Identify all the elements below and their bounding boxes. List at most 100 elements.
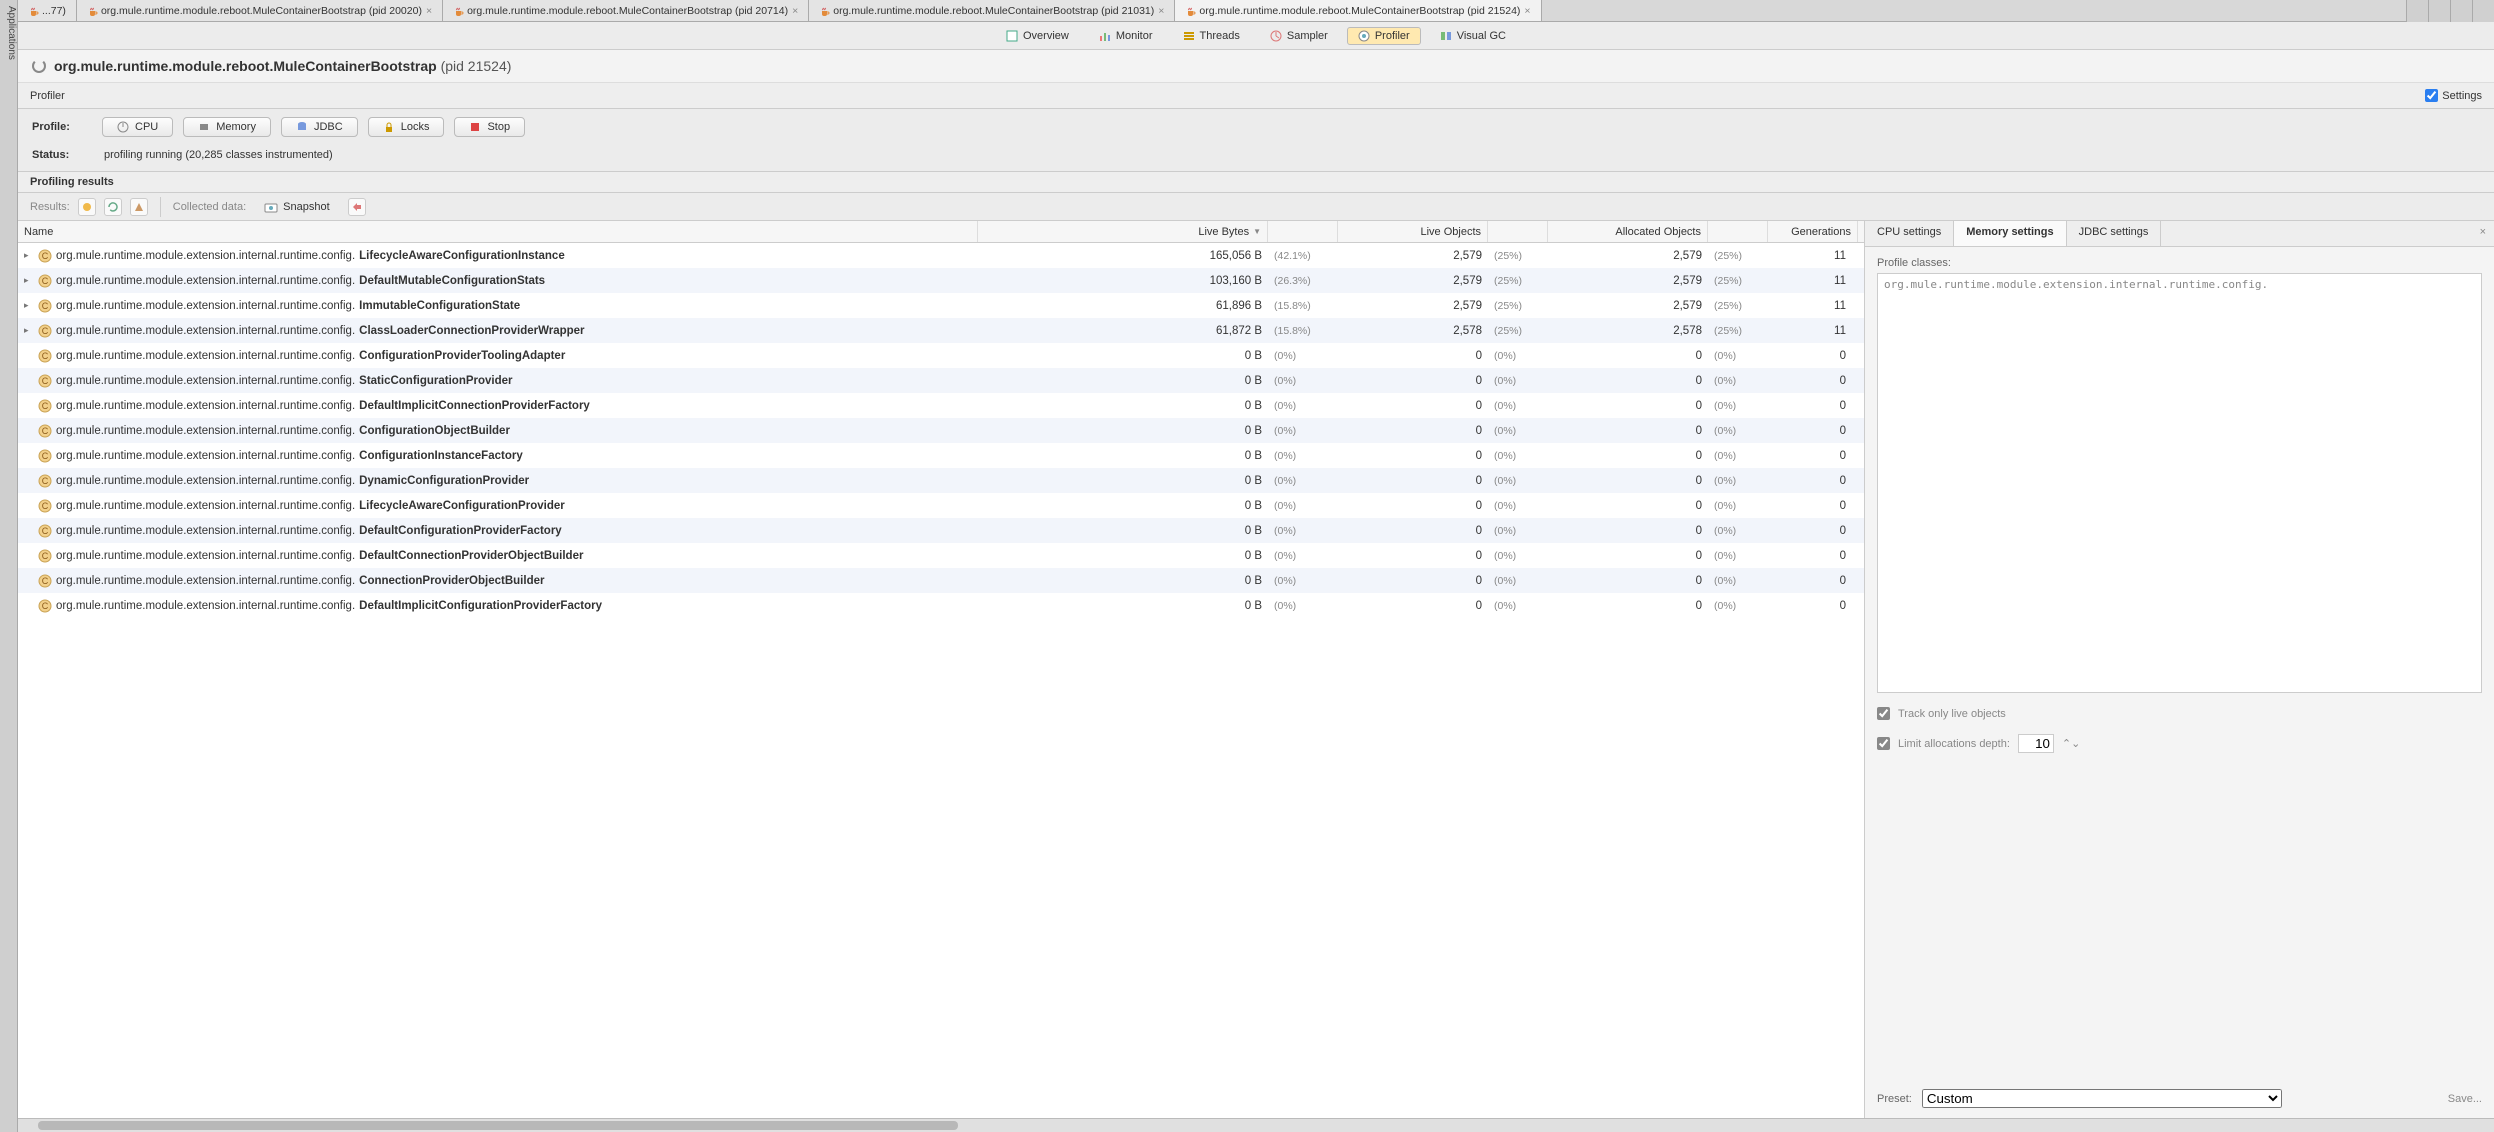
live-objects-value: 0 (1338, 475, 1488, 487)
table-row[interactable]: Corg.mule.runtime.module.extension.inter… (18, 418, 1864, 443)
live-bytes-pct: (15.8%) (1268, 325, 1338, 337)
table-body[interactable]: ▸ Corg.mule.runtime.module.extension.inte… (18, 243, 1864, 1118)
view-overview-button[interactable]: Overview (995, 27, 1080, 45)
window-close-button[interactable] (2472, 0, 2494, 22)
cpu-icon (117, 121, 129, 133)
table-row[interactable]: Corg.mule.runtime.module.extension.inter… (18, 493, 1864, 518)
view-monitor-button[interactable]: Monitor (1088, 27, 1164, 45)
table-row[interactable]: Corg.mule.runtime.module.extension.inter… (18, 568, 1864, 593)
close-icon[interactable]: × (426, 5, 432, 17)
application-rail[interactable]: Applications (0, 0, 18, 1132)
table-row[interactable]: Corg.mule.runtime.module.extension.inter… (18, 343, 1864, 368)
settings-close-icon[interactable]: × (2472, 221, 2494, 246)
profile-cpu-button[interactable]: CPU (102, 117, 173, 137)
allocated-objects-value: 0 (1548, 350, 1708, 362)
settings-toggle[interactable]: Settings (2425, 89, 2482, 102)
page-title-pid: (pid 21524) (437, 58, 512, 74)
allocated-objects-pct: (0%) (1708, 525, 1768, 537)
window-tab[interactable]: org.mule.runtime.module.reboot.MuleConta… (443, 0, 809, 21)
settings-checkbox[interactable] (2425, 89, 2438, 102)
save-button[interactable]: Save... (2448, 1093, 2482, 1105)
view-sampler-button[interactable]: Sampler (1259, 27, 1339, 45)
table-row[interactable]: Corg.mule.runtime.module.extension.inter… (18, 393, 1864, 418)
settings-tab[interactable]: CPU settings (1865, 221, 1954, 246)
col-allocated-objects[interactable]: Allocated Objects (1548, 221, 1708, 242)
export-icon[interactable] (348, 198, 366, 216)
refresh-icon[interactable] (104, 198, 122, 216)
table-row[interactable]: Corg.mule.runtime.module.extension.inter… (18, 593, 1864, 618)
preset-select[interactable]: Custom (1922, 1089, 2282, 1108)
class-name: ConfigurationInstanceFactory (359, 450, 523, 462)
class-icon: C (38, 474, 52, 488)
class-icon: C (38, 574, 52, 588)
table-row[interactable]: ▸Corg.mule.runtime.module.extension.inte… (18, 268, 1864, 293)
live-bytes-pct: (42.1%) (1268, 250, 1338, 262)
window-restore-button[interactable] (2428, 0, 2450, 22)
window-tab[interactable]: org.mule.runtime.module.reboot.MuleConta… (809, 0, 1175, 21)
view-toolbar: Overview Monitor Threads Sampler Profiler Vis… (18, 22, 2494, 50)
window-minimize-button[interactable] (2406, 0, 2428, 22)
profile-jdbc-button[interactable]: JDBC (281, 117, 358, 137)
live-objects-value: 0 (1338, 600, 1488, 612)
svg-text:C: C (42, 376, 49, 386)
track-live-checkbox-row[interactable]: Track only live objects (1877, 707, 2482, 720)
close-icon[interactable]: × (792, 5, 798, 17)
table-row[interactable]: Corg.mule.runtime.module.extension.inter… (18, 543, 1864, 568)
window-tab[interactable]: org.mule.runtime.module.reboot.MuleConta… (77, 0, 443, 21)
snapshot-button[interactable]: Snapshot (254, 199, 339, 215)
col-live-bytes[interactable]: Live Bytes▼ (978, 221, 1268, 242)
class-icon: C (38, 449, 52, 463)
window-tab[interactable]: ...77) (18, 0, 77, 21)
col-name[interactable]: Name (18, 221, 978, 242)
table-row[interactable]: ▸Corg.mule.runtime.module.extension.inte… (18, 243, 1864, 268)
settings-tab[interactable]: JDBC settings (2067, 221, 2162, 246)
close-icon[interactable]: × (1524, 5, 1530, 17)
profile-locks-button[interactable]: Locks (368, 117, 445, 137)
table-row[interactable]: ▸Corg.mule.runtime.module.extension.inte… (18, 293, 1864, 318)
svg-text:C: C (42, 426, 49, 436)
table-row[interactable]: ▸Corg.mule.runtime.module.extension.inte… (18, 318, 1864, 343)
allocated-objects-value: 2,579 (1548, 275, 1708, 287)
expand-icon[interactable]: ▸ (24, 325, 34, 336)
svg-text:C: C (42, 576, 49, 586)
view-profiler-button[interactable]: Profiler (1347, 27, 1421, 45)
settings-tab[interactable]: Memory settings (1954, 221, 2066, 246)
scrollbar-thumb[interactable] (38, 1121, 958, 1130)
col-live-objects[interactable]: Live Objects (1338, 221, 1488, 242)
limit-depth-input[interactable] (2018, 734, 2054, 753)
window-tabs: ...77)org.mule.runtime.module.reboot.Mul… (18, 0, 2494, 22)
table-row[interactable]: Corg.mule.runtime.module.extension.inter… (18, 518, 1864, 543)
profile-stop-button[interactable]: Stop (454, 117, 525, 137)
window-maximize-button[interactable] (2450, 0, 2472, 22)
view-button-label: Sampler (1287, 30, 1328, 42)
table-row[interactable]: Corg.mule.runtime.module.extension.inter… (18, 443, 1864, 468)
profile-classes-textarea[interactable]: org.mule.runtime.module.extension.intern… (1877, 273, 2482, 693)
allocated-objects-pct: (25%) (1708, 325, 1768, 337)
window-tab[interactable]: org.mule.runtime.module.reboot.MuleConta… (1175, 0, 1541, 21)
view-threads-button[interactable]: Threads (1172, 27, 1251, 45)
col-generations[interactable]: Generations (1768, 221, 1858, 242)
svg-text:C: C (42, 501, 49, 511)
profile-memory-button[interactable]: Memory (183, 117, 271, 137)
class-name: ClassLoaderConnectionProviderWrapper (359, 325, 584, 337)
pause-icon[interactable] (78, 198, 96, 216)
live-objects-pct: (0%) (1488, 550, 1548, 562)
limit-depth-row[interactable]: Limit allocations depth: ⌃⌄ (1877, 734, 2482, 753)
table-row[interactable]: Corg.mule.runtime.module.extension.inter… (18, 468, 1864, 493)
live-bytes-pct: (0%) (1268, 425, 1338, 437)
delta-icon[interactable] (130, 198, 148, 216)
expand-icon[interactable]: ▸ (24, 300, 34, 311)
live-objects-pct: (0%) (1488, 400, 1548, 412)
allocated-objects-pct: (25%) (1708, 275, 1768, 287)
expand-icon[interactable]: ▸ (24, 275, 34, 286)
expand-icon[interactable]: ▸ (24, 250, 34, 261)
horizontal-scrollbar[interactable] (18, 1118, 2494, 1132)
close-icon[interactable]: × (1158, 5, 1164, 17)
allocated-objects-pct: (0%) (1708, 550, 1768, 562)
stepper-icon[interactable]: ⌃⌄ (2062, 737, 2080, 750)
view-visualgc-button[interactable]: Visual GC (1429, 27, 1517, 45)
live-objects-pct: (0%) (1488, 350, 1548, 362)
track-live-checkbox[interactable] (1877, 707, 1890, 720)
limit-depth-checkbox[interactable] (1877, 737, 1890, 750)
table-row[interactable]: Corg.mule.runtime.module.extension.inter… (18, 368, 1864, 393)
